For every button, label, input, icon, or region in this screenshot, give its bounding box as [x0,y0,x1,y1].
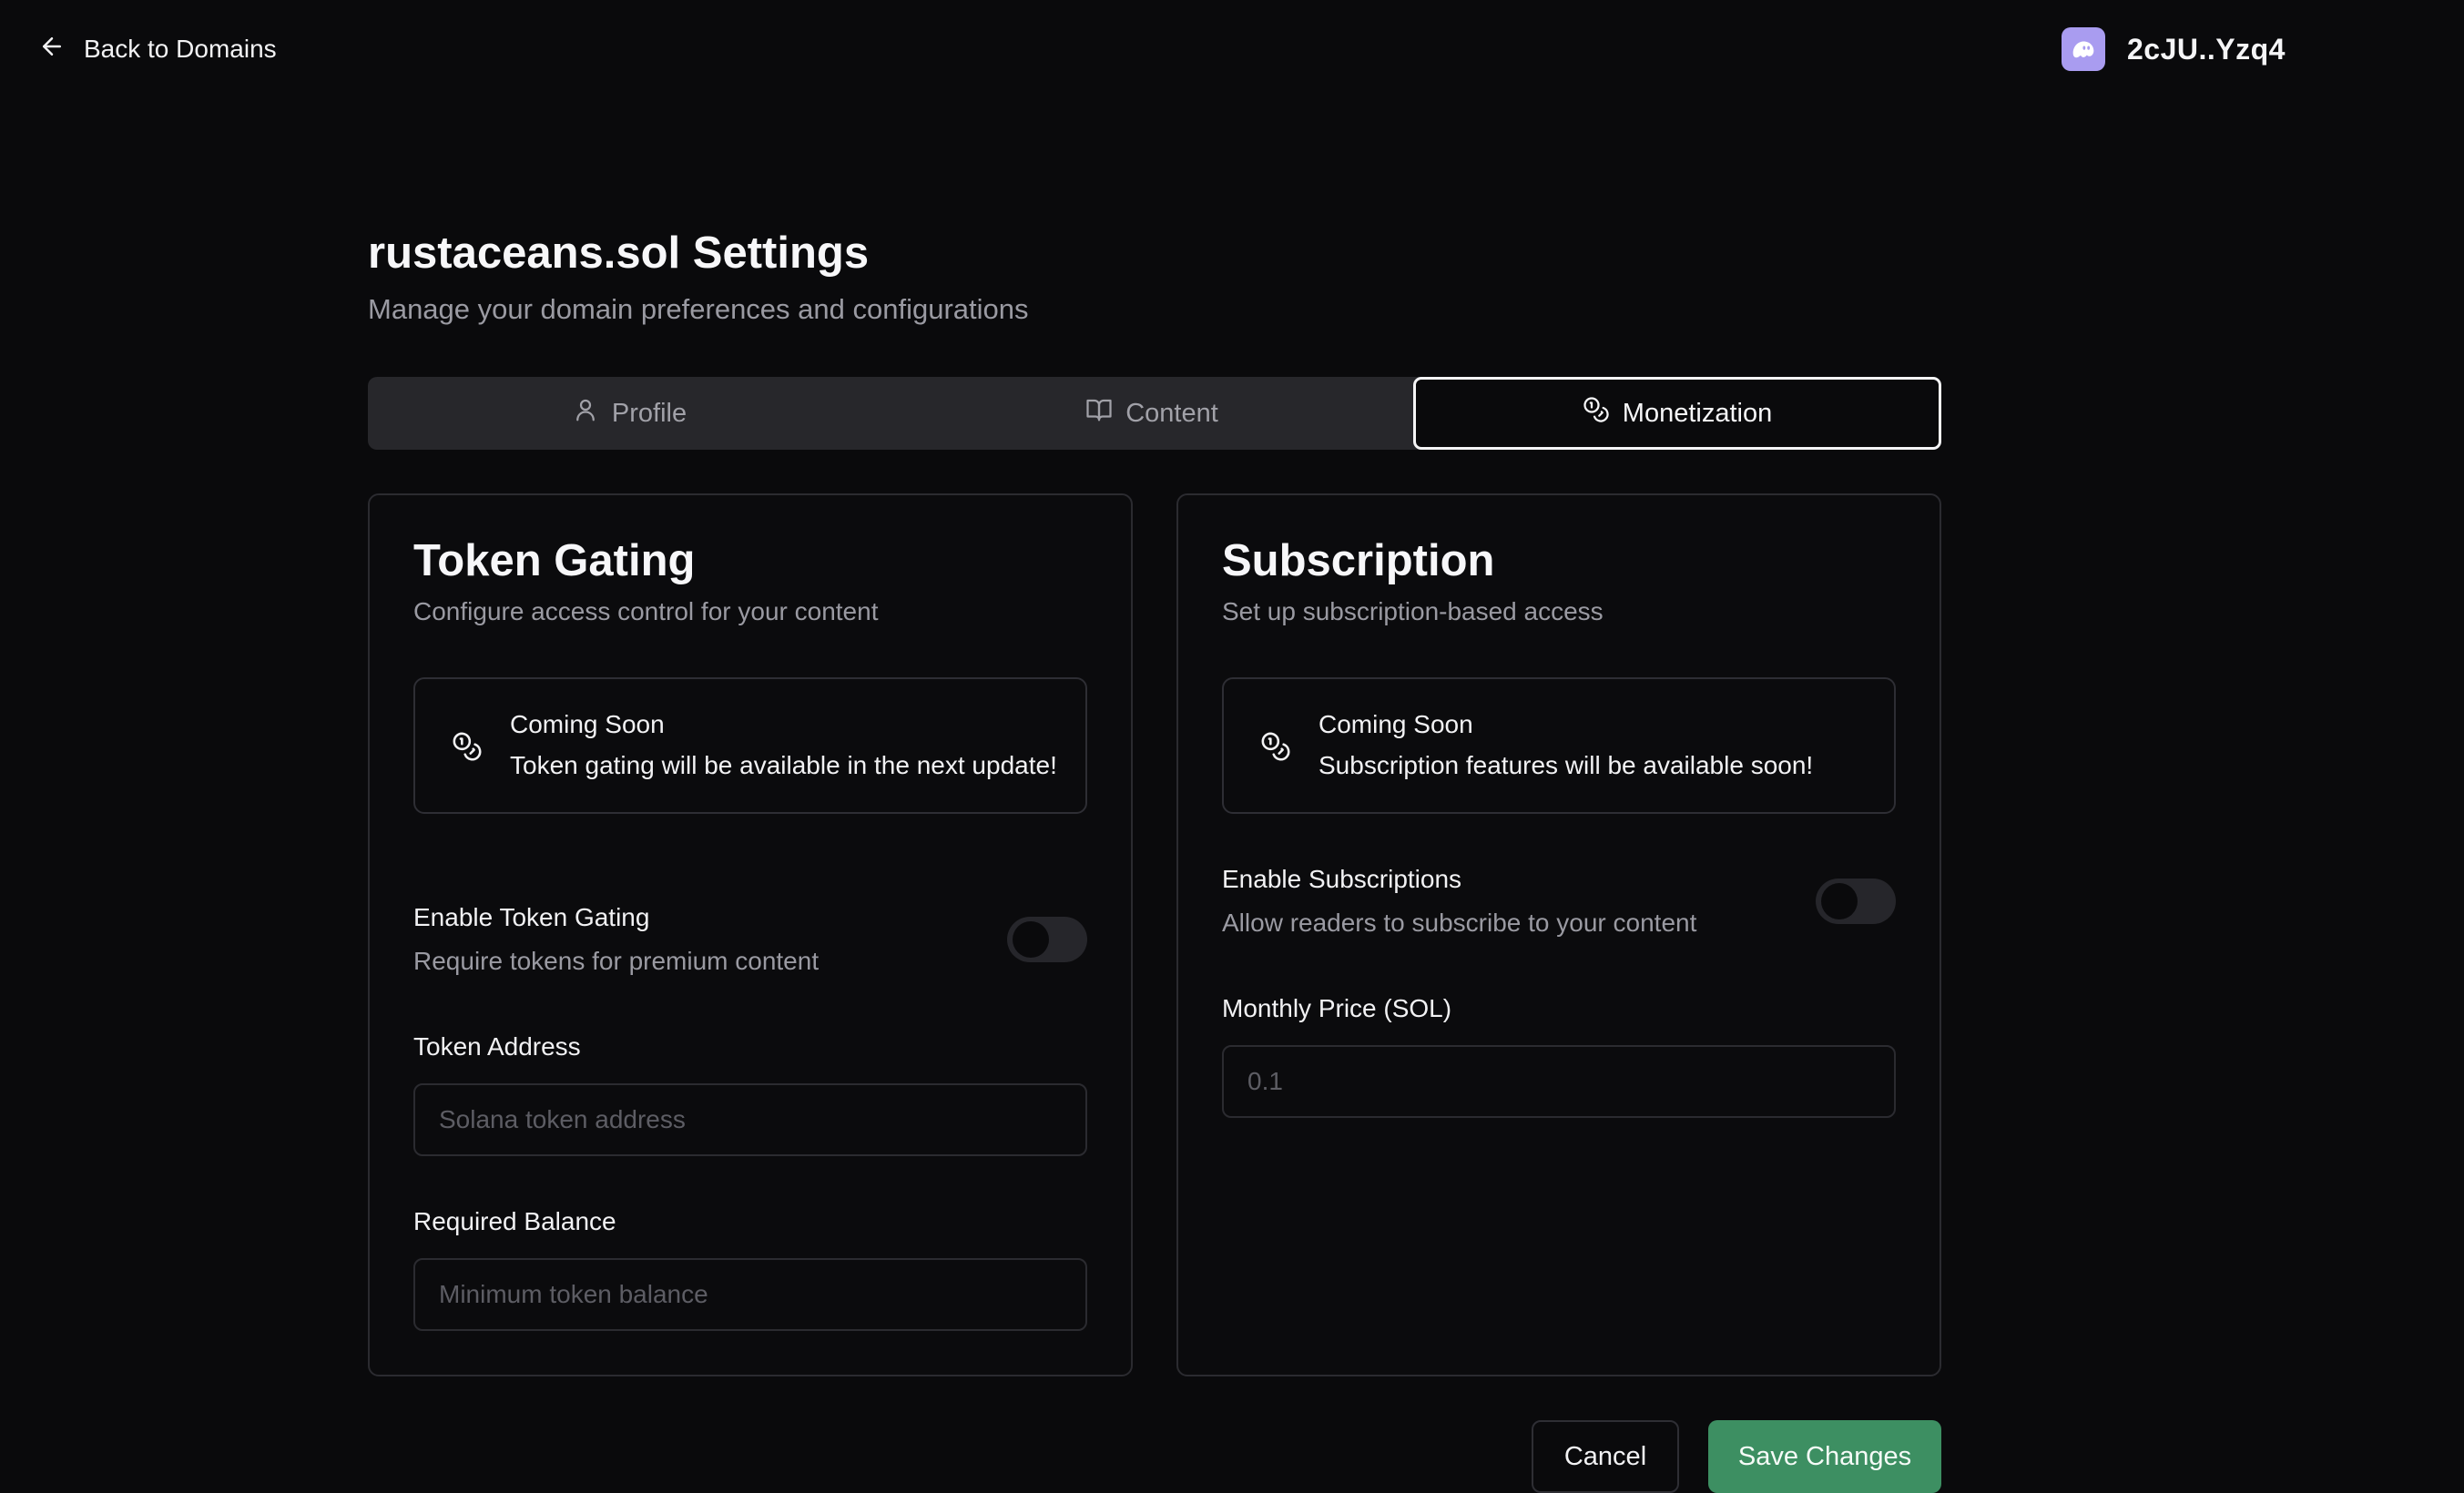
save-changes-button[interactable]: Save Changes [1708,1420,1941,1493]
token-address-input[interactable] [413,1083,1087,1156]
coins-icon [1260,731,1291,762]
monthly-price-label: Monthly Price (SOL) [1222,994,1452,1022]
notice-body: Subscription features will be available … [1319,751,1814,779]
tab-profile[interactable]: Profile [368,377,891,450]
notice-heading: Coming Soon [1319,710,1473,738]
tab-profile-label: Profile [611,398,687,428]
token-address-label: Token Address [413,1032,581,1061]
user-icon [572,396,599,431]
notice-body: Token gating will be available in the ne… [510,751,1057,779]
enable-token-gating-label: Enable Token Gating [413,903,650,931]
page-title: rustaceans.sol Settings [368,229,870,278]
enable-subscriptions-label: Enable Subscriptions [1222,865,1462,893]
required-balance-input[interactable] [413,1258,1087,1331]
switch-knob [1013,921,1049,958]
back-to-domains-label: Back to Domains [84,35,277,63]
enable-subscriptions-row: Enable Subscriptions Allow readers to su… [1222,861,1896,941]
tab-monetization[interactable]: Monetization [1413,377,1941,450]
token-gating-title: Token Gating [413,536,696,585]
token-gating-coming-soon-alert: Coming Soon Token gating will be availab… [413,677,1087,814]
enable-subscriptions-description: Allow readers to subscribe to your conte… [1222,909,1697,937]
subscription-coming-soon-alert: Coming Soon Subscription features will b… [1222,677,1896,814]
enable-token-gating-switch[interactable] [1007,917,1087,962]
subscription-title: Subscription [1222,536,1495,585]
coins-icon [452,731,483,762]
notice-heading: Coming Soon [510,710,665,738]
tab-content[interactable]: Content [891,377,1413,450]
enable-token-gating-description: Require tokens for premium content [413,947,820,975]
phantom-ghost-icon [2062,27,2105,71]
subscription-card: Subscription Set up subscription-based a… [1176,493,1941,1376]
enable-subscriptions-switch[interactable] [1816,879,1896,924]
wallet-button[interactable]: 2cJU..Yzq4 [2062,27,2286,71]
arrow-left-icon [38,33,66,66]
required-balance-label: Required Balance [413,1207,616,1235]
tab-content-label: Content [1125,398,1218,428]
enable-token-gating-row: Enable Token Gating Require tokens for p… [413,899,1087,980]
monthly-price-input[interactable] [1222,1045,1896,1118]
token-gating-card: Token Gating Configure access control fo… [368,493,1133,1376]
tab-monetization-label: Monetization [1622,398,1773,428]
switch-knob [1821,883,1858,919]
book-icon [1085,396,1113,431]
page-subtitle: Manage your domain preferences and confi… [368,293,1029,325]
wallet-address: 2cJU..Yzq4 [2127,32,2286,66]
back-to-domains-link[interactable]: Back to Domains [38,27,277,71]
cancel-button[interactable]: Cancel [1532,1420,1679,1493]
coins-icon [1583,396,1610,431]
subscription-subtitle: Set up subscription-based access [1222,597,1604,625]
settings-tabs: Profile Content Monetization [368,377,1941,450]
token-gating-subtitle: Configure access control for your conten… [413,597,879,625]
